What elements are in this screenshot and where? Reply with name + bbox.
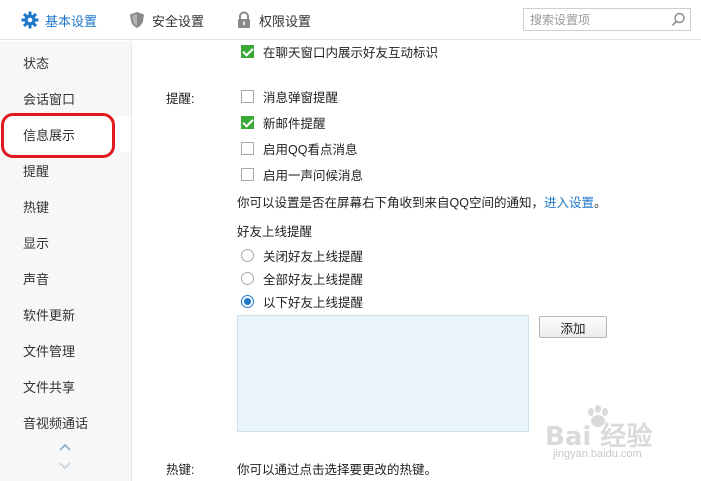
tab-security-settings-label: 安全设置 bbox=[152, 13, 205, 29]
checkbox[interactable] bbox=[241, 167, 254, 181]
annotation-highlight-circle bbox=[1, 113, 115, 158]
checkbox[interactable] bbox=[241, 89, 254, 103]
option-label: 启用一声问候消息 bbox=[263, 168, 364, 183]
radio-button[interactable] bbox=[241, 294, 254, 308]
option-label: 消息弹窗提醒 bbox=[263, 90, 339, 105]
message-popup-option[interactable]: 消息弹窗提醒 bbox=[241, 87, 338, 105]
chevron-down-icon[interactable] bbox=[58, 460, 72, 472]
search-input[interactable] bbox=[524, 9, 664, 30]
settings-content: 在聊天窗口内展示好友互动标识 提醒: 消息弹窗提醒 新邮件提醒 启用QQ看点消息… bbox=[133, 41, 701, 481]
tab-basic-settings-label: 基本设置 bbox=[45, 13, 98, 29]
settings-top-bar: 基本设置 安全设置 权限设置 bbox=[0, 0, 701, 40]
sidebar-item-label: 文件共享 bbox=[23, 379, 76, 395]
radio-button[interactable] bbox=[241, 248, 254, 262]
reminder-section-label: 提醒: bbox=[166, 92, 195, 106]
option-label: 以下好友上线提醒 bbox=[263, 295, 364, 310]
sidebar-item-label: 会话窗口 bbox=[23, 91, 76, 107]
shield-icon bbox=[130, 12, 144, 28]
hotkey-info-text: 你可以通过点击选择要更改的热键。 bbox=[237, 463, 438, 477]
add-friend-button[interactable]: 添加 bbox=[539, 316, 607, 338]
option-label: 全部好友上线提醒 bbox=[263, 272, 364, 287]
tab-permission-settings[interactable]: 权限设置 bbox=[235, 0, 311, 40]
greeting-message-option[interactable]: 启用一声问候消息 bbox=[241, 165, 363, 183]
sidebar-item-hotkey[interactable]: 热键 bbox=[0, 188, 131, 224]
friend-list-box[interactable] bbox=[237, 315, 529, 432]
new-mail-option[interactable]: 新邮件提醒 bbox=[241, 113, 326, 131]
lock-icon bbox=[238, 11, 250, 28]
option-label: 新邮件提醒 bbox=[263, 116, 326, 131]
option-label: 启用QQ看点消息 bbox=[263, 142, 358, 157]
search-box bbox=[523, 8, 691, 31]
option-label: 关闭好友上线提醒 bbox=[263, 249, 364, 264]
friend-online-off-option[interactable]: 关闭好友上线提醒 bbox=[241, 246, 363, 264]
sidebar-item-sound[interactable]: 声音 bbox=[0, 260, 131, 296]
sidebar-item-label: 音视频通话 bbox=[23, 415, 89, 431]
sidebar-item-label: 显示 bbox=[23, 235, 50, 251]
qq-kandian-option[interactable]: 启用QQ看点消息 bbox=[241, 139, 357, 157]
tab-permission-settings-label: 权限设置 bbox=[259, 13, 312, 29]
tab-security-settings[interactable]: 安全设置 bbox=[128, 0, 204, 40]
sidebar-item-label: 声音 bbox=[23, 271, 50, 287]
gear-icon bbox=[21, 11, 39, 29]
sidebar-item-file-sharing[interactable]: 文件共享 bbox=[0, 368, 131, 404]
friend-online-title: 好友上线提醒 bbox=[237, 225, 313, 239]
sidebar-item-label: 热键 bbox=[23, 199, 50, 215]
sidebar-item-chat-window[interactable]: 会话窗口 bbox=[0, 80, 131, 116]
chat-window-interaction-option[interactable]: 在聊天窗口内展示好友互动标识 bbox=[241, 42, 438, 60]
checkbox[interactable] bbox=[241, 44, 254, 58]
info-period: 。 bbox=[593, 195, 607, 210]
chevron-up-icon[interactable] bbox=[58, 442, 72, 454]
sidebar-item-label: 提醒 bbox=[23, 163, 50, 179]
sidebar-item-label: 软件更新 bbox=[23, 307, 76, 323]
hotkey-section-label: 热键: bbox=[166, 463, 195, 477]
friend-online-selected-option[interactable]: 以下好友上线提醒 bbox=[241, 292, 363, 310]
radio-button[interactable] bbox=[241, 271, 254, 285]
tab-basic-settings[interactable]: 基本设置 bbox=[21, 0, 97, 40]
sidebar-item-av-call[interactable]: 音视频通话 bbox=[0, 404, 131, 440]
sidebar-item-label: 状态 bbox=[23, 55, 50, 71]
sidebar-item-software-update[interactable]: 软件更新 bbox=[0, 296, 131, 332]
enter-settings-link[interactable]: 进入设置 bbox=[544, 192, 594, 211]
checkbox[interactable] bbox=[241, 115, 254, 129]
sidebar-item-label: 文件管理 bbox=[23, 343, 76, 359]
info-text: 你可以设置是否在屏幕右下角收到来自QQ空间的通知， bbox=[237, 195, 544, 210]
sidebar-item-file-management[interactable]: 文件管理 bbox=[0, 332, 131, 368]
friend-online-all-option[interactable]: 全部好友上线提醒 bbox=[241, 269, 363, 287]
sidebar-item-status[interactable]: 状态 bbox=[0, 44, 131, 80]
checkbox[interactable] bbox=[241, 141, 254, 155]
sidebar-item-display[interactable]: 显示 bbox=[0, 224, 131, 260]
option-label: 在聊天窗口内展示好友互动标识 bbox=[263, 45, 439, 60]
search-icon[interactable] bbox=[671, 12, 686, 27]
qzone-notification-info: 你可以设置是否在屏幕右下角收到来自QQ空间的通知， 进入设置。 bbox=[237, 192, 606, 210]
settings-sidebar: 状态 会话窗口 信息展示 提醒 热键 显示 声音 软件更新 文件管理 文件共享 … bbox=[0, 41, 132, 481]
